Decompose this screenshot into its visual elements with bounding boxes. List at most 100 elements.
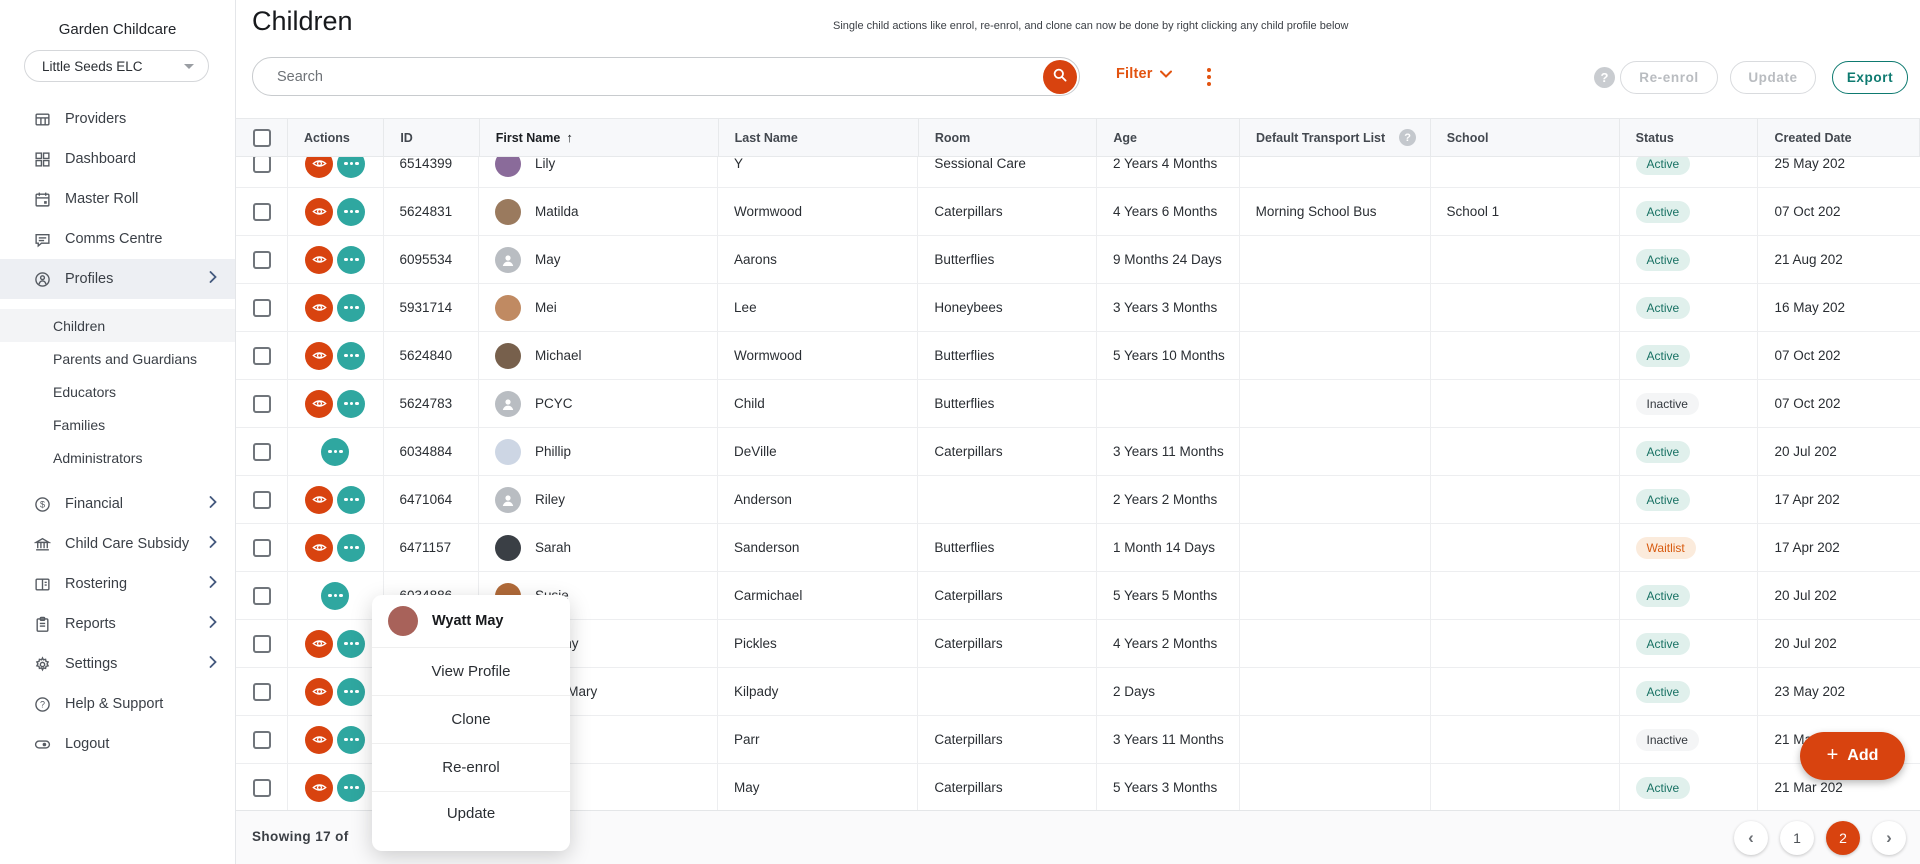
sidebar-item-dashboard[interactable]: Dashboard: [0, 139, 235, 179]
view-profile-button[interactable]: [305, 390, 333, 418]
row-menu-button[interactable]: [337, 774, 365, 802]
row-checkbox[interactable]: [253, 539, 271, 557]
table-row[interactable]: 5624831MatildaWormwoodCaterpillars4 Year…: [236, 188, 1920, 236]
row-menu-button[interactable]: [337, 198, 365, 226]
row-checkbox[interactable]: [253, 347, 271, 365]
table-row[interactable]: 6095534MayAaronsButterflies9 Months 24 D…: [236, 236, 1920, 284]
table-row[interactable]: 5624783PCYCChildButterfliesInactive07 Oc…: [236, 380, 1920, 428]
sidebar-item-rostering[interactable]: Rostering: [0, 564, 235, 604]
sidebar-item-families[interactable]: Families: [0, 408, 235, 441]
context-menu-item-clone[interactable]: Clone: [372, 696, 570, 744]
column-header-label: Default Transport List: [1256, 131, 1385, 145]
row-menu-button[interactable]: [337, 678, 365, 706]
row-menu-button[interactable]: [337, 246, 365, 274]
row-checkbox[interactable]: [253, 779, 271, 797]
row-checkbox[interactable]: [253, 491, 271, 509]
select-all-checkbox[interactable]: [253, 129, 271, 147]
view-profile-button[interactable]: [305, 630, 333, 658]
pagination-page-1[interactable]: 1: [1780, 821, 1814, 855]
centre-selector[interactable]: Little Seeds ELC: [24, 50, 209, 82]
pagination-page-2[interactable]: 2: [1826, 821, 1860, 855]
first-name-text: Matilda: [535, 204, 579, 219]
cell-age: 2 Years 4 Months: [1097, 157, 1240, 187]
table-row[interactable]: 6034884PhillipDeVilleCaterpillars3 Years…: [236, 428, 1920, 476]
row-menu-button[interactable]: [337, 726, 365, 754]
view-profile-button[interactable]: [305, 486, 333, 514]
context-menu-item-re-enrol[interactable]: Re-enrol: [372, 744, 570, 792]
search-button[interactable]: [1043, 60, 1077, 94]
cell-created-date: 23 May 202: [1758, 668, 1920, 715]
table-row[interactable]: 6471064RileyAnderson2 Years 2 MonthsActi…: [236, 476, 1920, 524]
row-checkbox[interactable]: [253, 203, 271, 221]
sidebar-item-help-support[interactable]: ?Help & Support: [0, 684, 235, 724]
sidebar-item-financial[interactable]: $Financial: [0, 484, 235, 524]
sidebar-item-master-roll[interactable]: Master Roll: [0, 179, 235, 219]
filter-label: Filter: [1116, 66, 1153, 82]
row-checkbox[interactable]: [253, 683, 271, 701]
row-menu-button[interactable]: [337, 342, 365, 370]
view-profile-button[interactable]: [305, 157, 333, 178]
table-row[interactable]: 6471157SarahSandersonButterflies1 Month …: [236, 524, 1920, 572]
sidebar-item-comms-centre[interactable]: Comms Centre: [0, 219, 235, 259]
row-checkbox[interactable]: [253, 299, 271, 317]
row-menu-button[interactable]: [337, 157, 365, 178]
sidebar-item-child-care-subsidy[interactable]: Child Care Subsidy: [0, 524, 235, 564]
row-checkbox[interactable]: [253, 251, 271, 269]
search-input[interactable]: [277, 69, 1043, 85]
row-checkbox[interactable]: [253, 635, 271, 653]
pagination-next-button[interactable]: ›: [1872, 821, 1906, 855]
column-header-transport: Default Transport List?: [1240, 119, 1431, 156]
update-button[interactable]: Update: [1730, 61, 1816, 94]
column-header-age: Age: [1097, 119, 1240, 156]
cell-first-name: May: [479, 236, 718, 283]
view-profile-button[interactable]: [305, 726, 333, 754]
table-row[interactable]: 6514399LilyYSessional Care2 Years 4 Mont…: [236, 157, 1920, 188]
help-icon[interactable]: ?: [1399, 129, 1416, 146]
row-checkbox[interactable]: [253, 395, 271, 413]
row-menu-button[interactable]: [337, 486, 365, 514]
sidebar-item-providers[interactable]: Providers: [0, 99, 235, 139]
sidebar-item-logout[interactable]: Logout: [0, 724, 235, 764]
view-profile-button[interactable]: [305, 678, 333, 706]
row-checkbox[interactable]: [253, 587, 271, 605]
view-profile-button[interactable]: [305, 246, 333, 274]
view-profile-button[interactable]: [305, 342, 333, 370]
row-menu-button[interactable]: [321, 582, 349, 610]
row-menu-button[interactable]: [321, 438, 349, 466]
row-checkbox[interactable]: [253, 157, 271, 173]
table-row[interactable]: 5931714MeiLeeHoneybees3 Years 3 MonthsAc…: [236, 284, 1920, 332]
sidebar-item-educators[interactable]: Educators: [0, 375, 235, 408]
sidebar-item-parents-and-guardians[interactable]: Parents and Guardians: [0, 342, 235, 375]
cell-room: [918, 668, 1097, 715]
row-menu-button[interactable]: [337, 630, 365, 658]
row-checkbox[interactable]: [253, 443, 271, 461]
cell-room: Caterpillars: [918, 764, 1097, 810]
row-checkbox[interactable]: [253, 731, 271, 749]
context-menu-item-update[interactable]: Update: [372, 792, 570, 851]
sidebar: Garden Childcare Little Seeds ELC Provid…: [0, 0, 236, 864]
view-profile-button[interactable]: [305, 294, 333, 322]
add-button[interactable]: + Add: [1800, 732, 1905, 780]
sidebar-item-settings[interactable]: Settings: [0, 644, 235, 684]
row-menu-button[interactable]: [337, 390, 365, 418]
sidebar-item-profiles[interactable]: Profiles: [0, 259, 235, 299]
row-menu-button[interactable]: [337, 294, 365, 322]
sidebar-item-reports[interactable]: Reports: [0, 604, 235, 644]
export-button[interactable]: Export: [1832, 61, 1908, 94]
view-profile-button[interactable]: [305, 198, 333, 226]
more-options-icon[interactable]: [1196, 64, 1222, 90]
pagination-prev-button[interactable]: ‹: [1734, 821, 1768, 855]
sidebar-item-administrators[interactable]: Administrators: [0, 441, 235, 474]
sidebar-item-children[interactable]: Children: [0, 309, 235, 342]
context-menu: Wyatt May View ProfileCloneRe-enrolUpdat…: [372, 595, 570, 851]
table-row[interactable]: 5624840MichaelWormwoodButterflies5 Years…: [236, 332, 1920, 380]
cell-id: 5624840: [384, 332, 479, 379]
view-profile-button[interactable]: [305, 534, 333, 562]
context-menu-item-view-profile[interactable]: View Profile: [372, 648, 570, 696]
re-enrol-button[interactable]: Re-enrol: [1620, 61, 1718, 94]
sort-asc-icon[interactable]: ↑: [566, 130, 573, 145]
filter-button[interactable]: Filter: [1116, 66, 1172, 82]
row-menu-button[interactable]: [337, 534, 365, 562]
help-icon[interactable]: ?: [1594, 67, 1615, 88]
view-profile-button[interactable]: [305, 774, 333, 802]
